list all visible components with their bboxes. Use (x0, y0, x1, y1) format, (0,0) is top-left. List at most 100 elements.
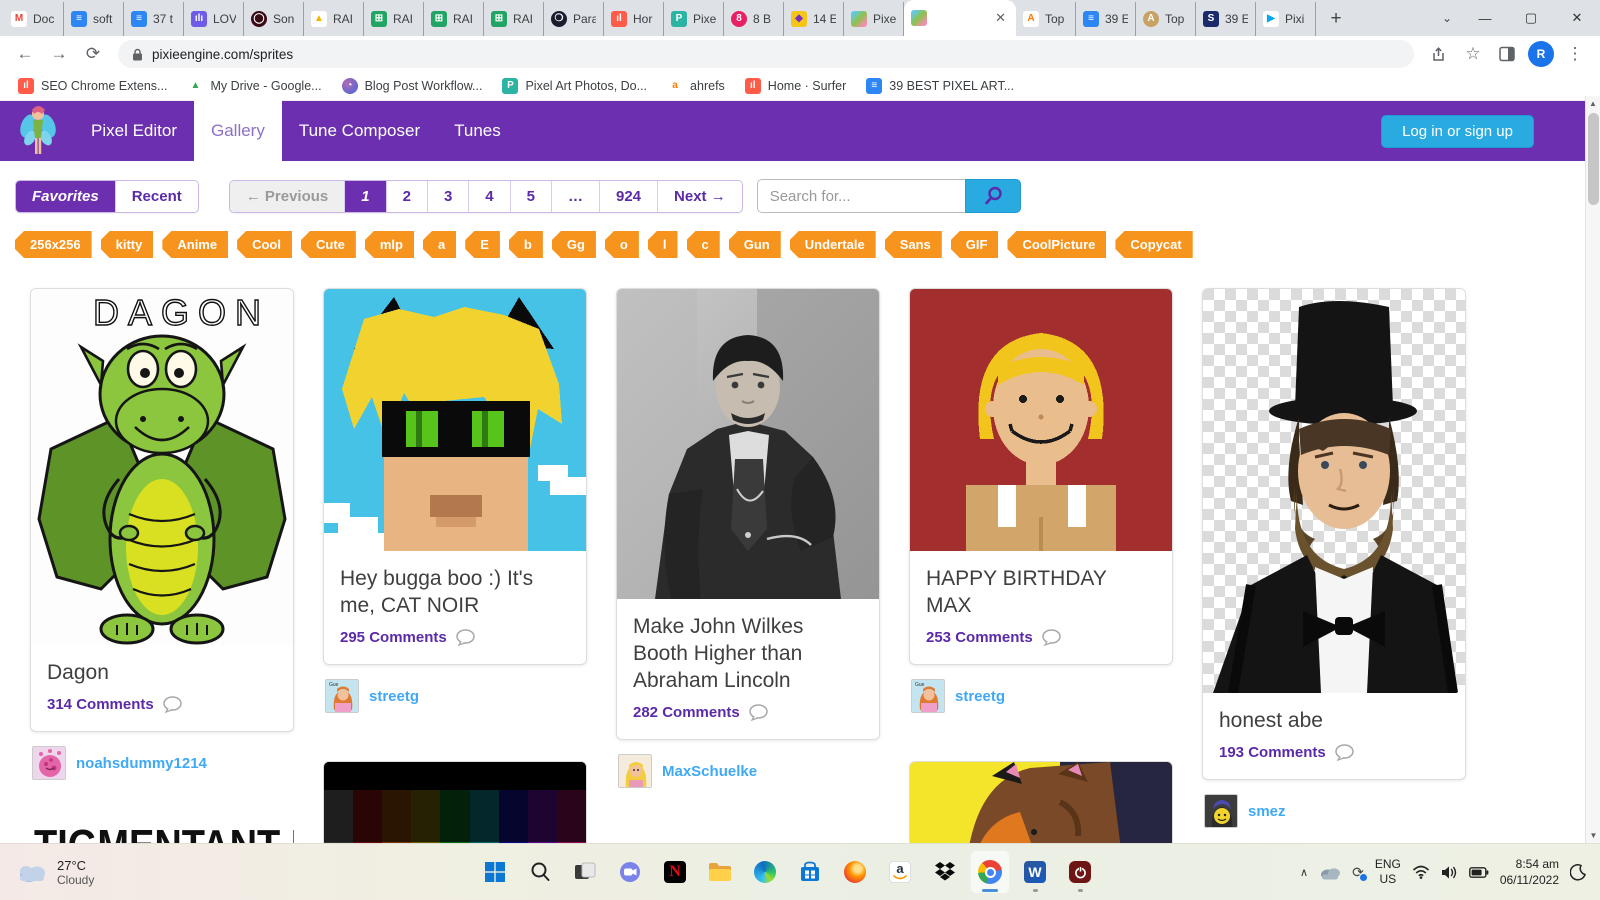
tag-button[interactable]: Gg (552, 231, 596, 258)
browser-tab[interactable]: S 39 E (1196, 2, 1256, 36)
nav-gallery[interactable]: Gallery (193, 99, 282, 163)
filter-favorites[interactable]: Favorites (16, 180, 115, 212)
comments-link[interactable]: 314 Comments (47, 696, 154, 713)
pagination-page[interactable]: … (550, 180, 599, 212)
tag-button[interactable]: l (648, 231, 678, 258)
avatar[interactable]: Gue (325, 679, 359, 713)
author-link[interactable]: streetg (955, 688, 1005, 705)
word-icon[interactable]: W (1015, 850, 1055, 894)
windows-start-icon[interactable] (475, 850, 515, 894)
browser-tab[interactable]: ❍ Para (544, 2, 604, 36)
card-title[interactable]: HAPPY BIRTHDAY MAX (926, 565, 1156, 619)
card-title[interactable]: Hey bugga boo :) It's me, CAT NOIR (340, 565, 570, 619)
sprite-card[interactable]: HAPPY BIRTHDAY MAX 253 Comments (909, 288, 1173, 665)
card-title[interactable]: Make John Wilkes Booth Higher than Abrah… (633, 613, 863, 694)
wifi-icon[interactable] (1412, 865, 1430, 879)
tag-button[interactable]: Sans (885, 231, 942, 258)
tag-button[interactable]: Cool (237, 231, 292, 258)
new-tab-button[interactable]: + (1322, 5, 1350, 33)
scroll-down-icon[interactable]: ▼ (1586, 828, 1600, 843)
blond-boy-pixel-image[interactable] (910, 289, 1172, 551)
forward-icon[interactable]: → (44, 39, 74, 69)
browser-tab[interactable]: M Doc (4, 2, 64, 36)
bookmark-item[interactable]: ≡ 39 BEST PIXEL ART... (858, 75, 1022, 97)
menu-dots-icon[interactable]: ⋮ (1560, 39, 1590, 69)
browser-tab[interactable]: ıl Hor (604, 2, 664, 36)
tag-button[interactable]: Anime (162, 231, 228, 258)
tag-button[interactable]: a (423, 231, 456, 258)
comments-link[interactable]: 295 Comments (340, 629, 447, 646)
clock[interactable]: 8:54 am 06/11/2022 (1500, 856, 1559, 888)
login-button[interactable]: Log in or sign up (1381, 114, 1534, 148)
nav-tunes[interactable]: Tunes (437, 99, 518, 163)
pagination-page[interactable]: 5 (509, 180, 551, 212)
battery-icon[interactable] (1468, 866, 1489, 878)
reload-icon[interactable]: ⟳ (78, 39, 108, 69)
cat-noir-pixel-image[interactable] (324, 289, 586, 551)
bookmark-item[interactable]: ◔ Blog Post Workflow... (334, 75, 491, 97)
fairy-logo-icon[interactable] (20, 104, 56, 158)
power-icon[interactable] (1060, 850, 1100, 894)
browser-tab[interactable]: ≡ 37 t (124, 2, 184, 36)
close-button[interactable]: ✕ (1554, 0, 1600, 36)
browser-tab[interactable]: A Top (1136, 2, 1196, 36)
author-link[interactable]: smez (1248, 803, 1286, 820)
browser-tab[interactable]: ⊞ RAI (424, 2, 484, 36)
sprite-card[interactable]: DAGON Dagon 314 Comments (30, 288, 294, 732)
bookmark-item[interactable]: ▲ My Drive - Google... (179, 75, 329, 97)
search-input[interactable] (756, 179, 965, 213)
tray-chevron-icon[interactable]: ∧ (1300, 866, 1308, 879)
lock-icon[interactable] (132, 48, 143, 61)
browser-tab[interactable]: ılı LOV (184, 2, 244, 36)
avatar[interactable] (618, 754, 652, 788)
amazon-icon[interactable]: a (880, 850, 920, 894)
bookmark-item[interactable]: ıl SEO Chrome Extens... (10, 75, 175, 97)
author-link[interactable]: streetg (369, 688, 419, 705)
avatar[interactable]: Gue (911, 679, 945, 713)
task-view-icon[interactable] (565, 850, 605, 894)
dagon-dragon-image[interactable]: DAGON (31, 289, 293, 645)
dropbox-icon[interactable] (925, 850, 965, 894)
address-bar[interactable]: pixieengine.com/sprites (118, 40, 1414, 68)
tag-button[interactable]: 256x256 (15, 231, 92, 258)
tag-button[interactable]: CoolPicture (1007, 231, 1106, 258)
browser-tab[interactable]: ▲ RAI (304, 2, 364, 36)
search-icon[interactable] (520, 850, 560, 894)
tag-button[interactable]: c (687, 231, 720, 258)
tab-search-chevron-icon[interactable]: ⌄ (1432, 0, 1462, 36)
bookmark-item[interactable]: ıl Home · Surfer (737, 75, 855, 97)
filter-recent[interactable]: Recent (114, 180, 198, 212)
netflix-icon[interactable]: N (655, 850, 695, 894)
card-title[interactable]: Dagon (47, 659, 277, 686)
pagination-page[interactable]: 3 (426, 180, 469, 212)
card-title[interactable]: honest abe (1219, 707, 1449, 734)
chrome-icon[interactable] (970, 850, 1010, 894)
bookmark-item[interactable]: a ahrefs (659, 75, 733, 97)
browser-tab[interactable]: ✕ (904, 0, 1016, 36)
search-button[interactable] (964, 179, 1021, 213)
scrollbar-thumb[interactable] (1588, 113, 1599, 205)
tag-button[interactable]: mlp (365, 231, 414, 258)
scroll-up-icon[interactable]: ▲ (1586, 96, 1600, 111)
tag-button[interactable]: Cute (301, 231, 356, 258)
minimize-button[interactable]: — (1462, 0, 1508, 36)
volume-icon[interactable] (1441, 865, 1458, 880)
url-text[interactable]: pixieengine.com/sprites (152, 47, 293, 62)
edge-icon[interactable] (745, 850, 785, 894)
pagination-page[interactable]: 4 (468, 180, 510, 212)
profile-avatar[interactable]: R (1528, 41, 1554, 67)
tag-button[interactable]: Undertale (790, 231, 876, 258)
browser-tab[interactable]: ⊞ RAI (484, 2, 544, 36)
comments-link[interactable]: 253 Comments (926, 629, 1033, 646)
tag-button[interactable]: Gun (729, 231, 781, 258)
maximize-button[interactable]: ▢ (1508, 0, 1554, 36)
author-link[interactable]: noahsdummy1214 (76, 755, 207, 772)
browser-tab[interactable]: ⊞ RAI (364, 2, 424, 36)
pagination-next[interactable]: Next → (657, 180, 742, 212)
weather-widget[interactable]: 27°C Cloudy (0, 858, 110, 887)
pagination-page[interactable]: 2 (385, 180, 427, 212)
lincoln-costume-photo[interactable] (1203, 289, 1465, 693)
page-scrollbar[interactable]: ▲ ▼ (1585, 96, 1600, 843)
browser-tab[interactable]: 8 8 B (724, 2, 784, 36)
tag-button[interactable]: kitty (101, 231, 154, 258)
